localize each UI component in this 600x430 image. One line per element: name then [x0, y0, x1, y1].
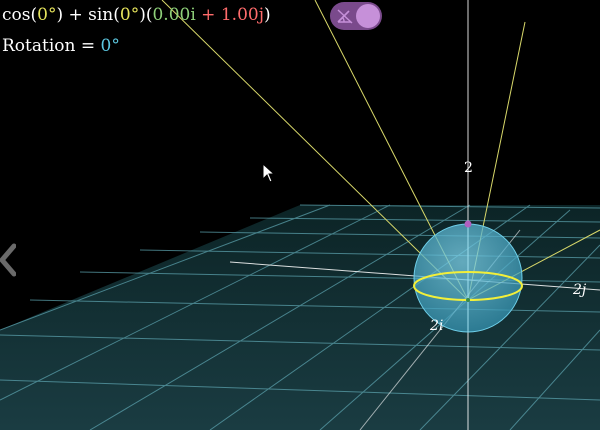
- rotation-readout: Rotation = 0°: [2, 36, 120, 56]
- plus-sin: ) + sin(: [56, 5, 120, 25]
- origin-point: [466, 298, 470, 302]
- angle-toggle[interactable]: [330, 2, 382, 30]
- axis-label-k: 2: [464, 160, 473, 176]
- axis-label-j: 2j: [572, 282, 587, 298]
- plus-j: +: [195, 5, 221, 25]
- toggle-knob: [356, 4, 380, 28]
- j-component: 1.00j: [220, 5, 264, 25]
- angle-icon: [337, 9, 353, 24]
- cos-angle: 0°: [37, 5, 57, 25]
- quaternion-3d-scene[interactable]: 2 2j 2i: [0, 0, 600, 430]
- paren: )(: [139, 5, 153, 25]
- north-pole-point[interactable]: [464, 220, 472, 228]
- sin-angle: 0°: [119, 5, 140, 25]
- close-paren: ): [263, 5, 271, 25]
- floor-plane: [0, 205, 600, 430]
- cos-function: cos(: [2, 5, 38, 25]
- quaternion-formula: cos(0°) + sin(0°)(0.00i + 1.00j): [2, 5, 271, 25]
- chevron-left-icon[interactable]: [0, 240, 16, 280]
- i-component: 0.00i: [152, 5, 196, 25]
- rotation-label: Rotation =: [2, 36, 101, 56]
- axis-label-i: 2i: [429, 318, 443, 334]
- mouse-cursor-icon: [262, 163, 276, 183]
- rotation-value: 0°: [100, 36, 120, 56]
